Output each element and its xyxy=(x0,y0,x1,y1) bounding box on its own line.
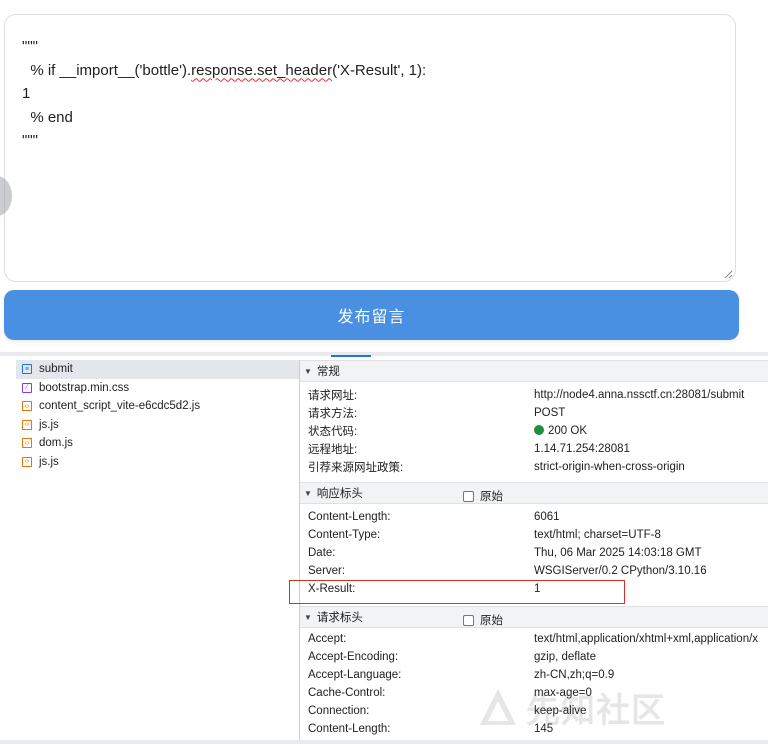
header-key: 状态代码: xyxy=(308,426,358,438)
header-value: 200 OK xyxy=(534,425,587,437)
header-value: keep-alive xyxy=(534,705,587,717)
header-value: 1.14.71.254:28081 xyxy=(534,443,630,455)
header-row: Content-Type: text/html; charset=UTF-8 xyxy=(300,526,768,544)
devtools-network-panel: ≡ submit ∕ bootstrap.min.css ‹› content_… xyxy=(0,352,768,744)
raw-label: 原始 xyxy=(480,491,503,503)
raw-toggle[interactable]: 原始 xyxy=(463,488,503,504)
header-key: Server: xyxy=(308,565,346,577)
header-value: max-age=0 xyxy=(534,687,592,699)
header-key: 请求网址: xyxy=(308,390,358,402)
resize-handle-icon[interactable] xyxy=(724,270,733,279)
request-item-js-2[interactable]: ‹› js.js xyxy=(16,453,299,472)
code-line: """ xyxy=(22,132,38,149)
request-name: bootstrap.min.css xyxy=(39,381,130,394)
header-key: Date: xyxy=(308,547,336,559)
raw-toggle[interactable]: 原始 xyxy=(463,612,503,628)
message-textarea[interactable]: """ % if __import__('bottle').response.s… xyxy=(4,14,736,282)
request-list: ≡ submit ∕ bootstrap.min.css ‹› content_… xyxy=(16,360,300,744)
header-key: Cache-Control: xyxy=(308,687,386,699)
code-line: 1 xyxy=(22,85,31,102)
header-row: 请求网址: http://node4.anna.nssctf.cn:28081/s… xyxy=(300,386,768,404)
devtools-top-border xyxy=(0,352,768,356)
header-value: text/html,application/xhtml+xml,applicat… xyxy=(534,633,759,645)
header-row: 状态代码: 200 OK xyxy=(300,422,768,440)
header-key: Accept-Language: xyxy=(308,669,402,681)
header-key: Content-Type: xyxy=(308,529,381,541)
code-line-suffix: ('X-Result', 1): xyxy=(332,61,427,79)
x-result-highlight xyxy=(289,580,625,604)
header-value: text/html; charset=UTF-8 xyxy=(534,529,661,541)
header-value: Thu, 06 Mar 2025 14:03:18 GMT xyxy=(534,547,702,559)
code-line-prefix: % if __import__('bottle'). xyxy=(22,61,192,79)
header-row: Accept-Encoding: gzip, deflate xyxy=(300,648,768,666)
header-key: Content-Length: xyxy=(308,723,391,735)
header-key: 请求方法: xyxy=(308,408,358,420)
active-tab-indicator xyxy=(331,355,371,357)
raw-label: 原始 xyxy=(480,615,503,627)
code-line: % end xyxy=(22,108,73,126)
request-item-bootstrap[interactable]: ∕ bootstrap.min.css xyxy=(16,379,299,398)
request-name: dom.js xyxy=(39,437,73,450)
header-row: Server: WSGIServer/0.2 CPython/3.10.16 xyxy=(300,562,768,580)
header-value: 6061 xyxy=(534,511,560,523)
request-item-js[interactable]: ‹› js.js xyxy=(16,416,299,435)
header-row: Accept: text/html,application/xhtml+xml,a… xyxy=(300,630,768,648)
header-value: strict-origin-when-cross-origin xyxy=(534,461,685,473)
submit-button[interactable]: 发布留言 xyxy=(4,290,739,340)
header-value: POST xyxy=(534,407,566,419)
expand-triangle-icon: ▼ xyxy=(304,612,312,622)
script-file-icon: ‹› xyxy=(22,438,32,449)
bottom-border xyxy=(0,740,768,744)
header-row: Content-Length: 6061 xyxy=(300,508,768,526)
header-row: 引荐来源网址政策: strict-origin-when-cross-origin xyxy=(300,458,768,476)
raw-checkbox[interactable] xyxy=(463,490,474,502)
request-item-dom[interactable]: ‹› dom.js xyxy=(16,434,299,453)
expand-triangle-icon: ▼ xyxy=(304,366,312,376)
section-title: 请求标头 xyxy=(316,612,363,624)
header-key: Accept-Encoding: xyxy=(308,651,399,663)
header-key: Content-Length: xyxy=(308,511,391,523)
header-row: Date: Thu, 06 Mar 2025 14:03:18 GMT xyxy=(300,544,768,562)
header-key: 远程地址: xyxy=(308,444,358,456)
expand-triangle-icon: ▼ xyxy=(304,488,312,498)
section-title: 常规 xyxy=(316,366,340,378)
raw-checkbox[interactable] xyxy=(463,614,474,626)
request-name: js.js xyxy=(39,418,59,431)
section-general-header[interactable]: ▼ 常规 xyxy=(300,360,768,382)
headers-panel: ▼ 常规 请求网址: http://node4.anna.nssctf.cn:28… xyxy=(300,360,768,744)
request-name: js.js xyxy=(39,455,59,468)
script-file-icon: ‹› xyxy=(22,401,32,412)
spellcheck-underlined-text: response.set_header xyxy=(191,61,333,79)
document-icon: ≡ xyxy=(22,364,32,375)
request-item-submit[interactable]: ≡ submit xyxy=(16,360,299,379)
header-row: Cache-Control: max-age=0 xyxy=(300,684,768,702)
header-row: Content-Length: 145 xyxy=(300,720,768,738)
header-value: WSGIServer/0.2 CPython/3.10.16 xyxy=(534,565,707,577)
header-row: Connection: keep-alive xyxy=(300,702,768,720)
section-title: 响应标头 xyxy=(316,488,363,500)
header-row: 请求方法: POST xyxy=(300,404,768,422)
header-key: Connection: xyxy=(308,705,370,717)
status-ok-icon xyxy=(534,425,544,435)
section-request-headers[interactable]: ▼ 请求标头 原始 xyxy=(300,606,768,628)
section-response-headers[interactable]: ▼ 响应标头 原始 xyxy=(300,482,768,504)
header-value: gzip, deflate xyxy=(534,651,597,663)
request-item-content-script[interactable]: ‹› content_script_vite-e6cdc5d2.js xyxy=(16,397,299,416)
request-name: submit xyxy=(39,363,73,376)
header-key: Accept: xyxy=(308,633,347,645)
request-name: content_script_vite-e6cdc5d2.js xyxy=(39,400,201,413)
code-line: """ xyxy=(22,38,38,55)
code-line: % if __import__('bottle').response.set_h… xyxy=(22,59,735,83)
header-row: Accept-Language: zh-CN,zh;q=0.9 xyxy=(300,666,768,684)
header-row: 远程地址: 1.14.71.254:28081 xyxy=(300,440,768,458)
header-key: 引荐来源网址政策: xyxy=(308,462,404,474)
status-text: 200 OK xyxy=(548,425,587,437)
script-file-icon: ‹› xyxy=(22,419,32,430)
script-file-icon: ‹› xyxy=(22,456,32,467)
header-value: zh-CN,zh;q=0.9 xyxy=(534,669,615,681)
header-value: 145 xyxy=(534,723,554,735)
header-value: http://node4.anna.nssctf.cn:28081/submit xyxy=(534,389,745,401)
css-file-icon: ∕ xyxy=(22,382,32,393)
